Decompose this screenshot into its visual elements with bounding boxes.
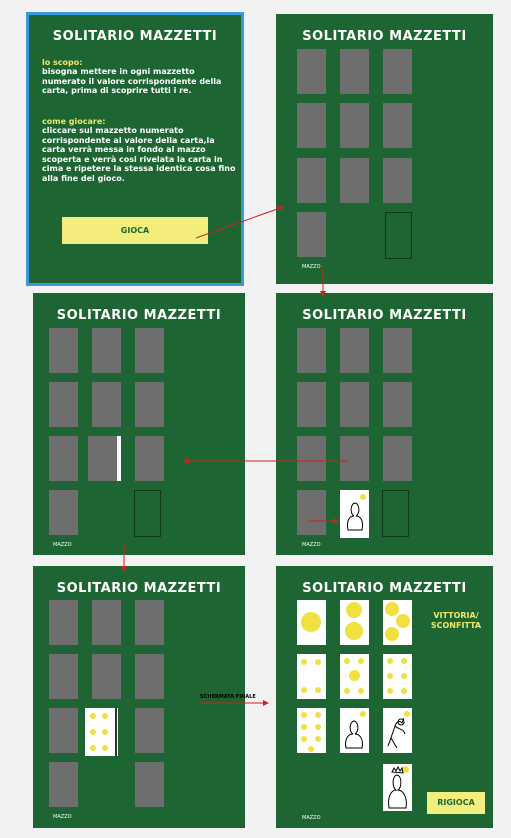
flow-arrows bbox=[121, 205, 348, 706]
arrow-gioca-to-board bbox=[195, 205, 284, 239]
flow-label: SCHERMATA FINALE bbox=[200, 694, 256, 700]
